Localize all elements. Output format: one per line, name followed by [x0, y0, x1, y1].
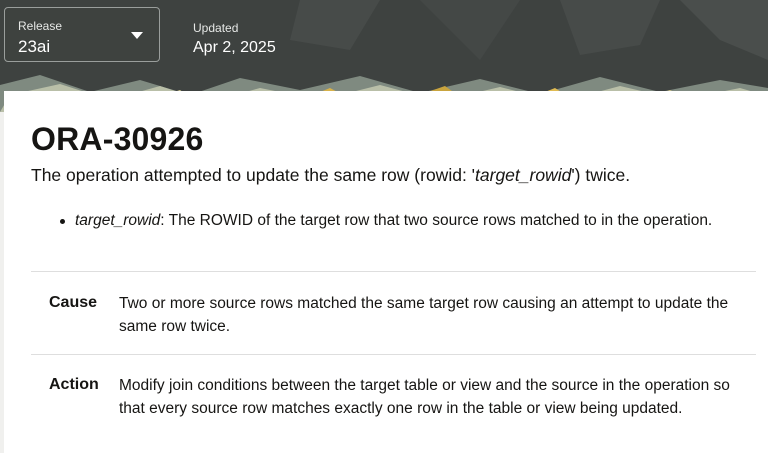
chevron-down-icon: [131, 32, 143, 39]
section-divider: [31, 271, 756, 272]
parameter-item: target_rowid: The ROWID of the target ro…: [60, 210, 750, 232]
release-value: 23ai: [18, 37, 51, 56]
error-message-text: The operation attempted to update the sa…: [31, 165, 476, 185]
cause-text: Two or more source rows matched the same…: [119, 295, 729, 335]
error-message-param: target_rowid: [475, 165, 572, 185]
error-message: The operation attempted to update the sa…: [31, 165, 751, 186]
release-label: Release: [18, 19, 63, 33]
bullet-icon: [60, 219, 65, 224]
parameter-description: : The ROWID of the target row that two s…: [160, 212, 713, 229]
section-divider: [31, 354, 756, 355]
action-label: Action: [49, 376, 99, 393]
error-message-tail: ') twice.: [571, 165, 631, 185]
parameter-list: target_rowid: The ROWID of the target ro…: [60, 210, 750, 232]
error-detail-card: ORA-30926 The operation attempted to upd…: [4, 91, 768, 453]
action-text: Modify join conditions between the targe…: [119, 377, 730, 417]
updated-date: Apr 2, 2025: [193, 39, 276, 56]
updated-label: Updated: [193, 21, 239, 35]
parameter-name: target_rowid: [75, 212, 161, 229]
release-dropdown[interactable]: Release 23ai: [4, 7, 160, 62]
cause-label: Cause: [49, 294, 98, 311]
error-code-title: ORA-30926: [31, 121, 204, 157]
